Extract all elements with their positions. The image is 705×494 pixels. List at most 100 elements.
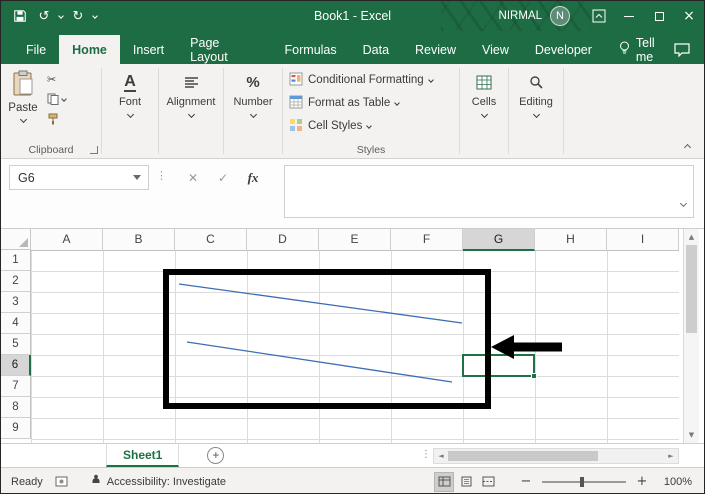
conditional-formatting-button[interactable]: Conditional Formatting (283, 70, 459, 90)
zoom-slider-thumb[interactable] (580, 477, 584, 487)
title-bar: ↺ ↻ Book1 - Excel NIRMAL N × (1, 1, 704, 31)
conditional-formatting-dropdown-icon (428, 77, 434, 83)
user-avatar[interactable]: N (550, 6, 570, 26)
column-header-a[interactable]: A (31, 229, 103, 251)
cancel-icon[interactable]: ✕ (181, 165, 205, 190)
name-box-dropdown-icon[interactable] (133, 175, 141, 180)
paste-dropdown-icon[interactable] (19, 116, 26, 123)
status-bar: Ready Accessibility: Investigate − (1, 467, 704, 494)
undo-button[interactable]: ↺ (35, 6, 53, 26)
column-headers: A B C D E F G H I (31, 229, 679, 250)
clipboard-dialog-launcher[interactable] (90, 146, 98, 154)
row-header-5[interactable]: 5 (1, 334, 31, 355)
page-layout-view-button[interactable] (456, 472, 476, 492)
macro-record-icon[interactable] (55, 476, 68, 487)
column-header-f[interactable]: F (391, 229, 463, 251)
column-header-g-selected[interactable]: G (463, 229, 535, 251)
zoom-slider[interactable] (542, 481, 626, 483)
quick-access-toolbar: ↺ ↻ (1, 6, 97, 26)
scrollbar-splitter[interactable]: ⋮ (421, 449, 431, 460)
name-box[interactable]: G6 (9, 165, 149, 190)
tab-home[interactable]: Home (59, 35, 120, 64)
scroll-up-icon[interactable]: ▲ (684, 233, 699, 241)
row-header-4[interactable]: 4 (1, 313, 31, 334)
font-group-button[interactable]: A Font (102, 64, 158, 158)
zoom-percentage[interactable]: 100% (658, 476, 692, 488)
column-header-b[interactable]: B (103, 229, 175, 251)
editing-dropdown-icon (532, 111, 539, 118)
tab-view[interactable]: View (469, 35, 522, 64)
save-icon[interactable] (11, 6, 29, 26)
paste-button[interactable]: Paste (1, 64, 45, 141)
row-header-1[interactable]: 1 (1, 250, 31, 271)
maximize-button[interactable] (644, 1, 674, 31)
page-break-view-button[interactable] (478, 472, 498, 492)
column-header-e[interactable]: E (319, 229, 391, 251)
scroll-left-icon[interactable]: ◄ (434, 452, 448, 460)
row-headers: 1 2 3 4 5 6 7 8 9 (1, 250, 31, 439)
zoom-out-button[interactable]: − (518, 474, 534, 489)
row-header-7[interactable]: 7 (1, 376, 31, 397)
cell-styles-button[interactable]: Cell Styles (283, 116, 459, 136)
cut-button[interactable]: ✂ (45, 72, 66, 86)
row-header-2[interactable]: 2 (1, 271, 31, 292)
copy-button[interactable] (45, 92, 66, 106)
tab-file[interactable]: File (13, 35, 59, 64)
cell-styles-icon (289, 118, 303, 135)
customize-qat-icon[interactable] (92, 13, 98, 19)
cell-styles-dropdown-icon (366, 123, 372, 129)
tell-me-box[interactable]: Tell me (619, 35, 674, 64)
comment-icon[interactable] (674, 35, 690, 64)
horizontal-scroll-thumb[interactable] (448, 451, 598, 461)
format-as-table-icon (289, 95, 303, 112)
column-header-h[interactable]: H (535, 229, 607, 251)
add-sheet-button[interactable]: + (207, 447, 224, 464)
redo-button[interactable]: ↻ (69, 6, 87, 26)
format-as-table-button[interactable]: Format as Table (283, 93, 459, 113)
tab-data[interactable]: Data (350, 35, 402, 64)
column-header-d[interactable]: D (247, 229, 319, 251)
enter-icon[interactable]: ✓ (211, 165, 235, 190)
cells-icon (476, 72, 492, 92)
accessibility-checker[interactable]: Accessibility: Investigate (90, 474, 226, 489)
normal-view-button[interactable] (434, 472, 454, 492)
cells-dropdown-icon (480, 111, 487, 118)
font-icon: A (124, 72, 136, 92)
tab-formulas[interactable]: Formulas (272, 35, 350, 64)
row-header-9[interactable]: 9 (1, 418, 31, 439)
column-header-c[interactable]: C (175, 229, 247, 251)
cell-mode-indicator[interactable]: Ready (11, 476, 43, 488)
editing-group-button[interactable]: Editing (509, 64, 563, 158)
accessibility-person-icon (90, 474, 102, 489)
font-dropdown-icon (126, 111, 133, 118)
tab-page-layout[interactable]: Page Layout (177, 35, 271, 64)
vertical-scrollbar[interactable]: ▲ ▼ (683, 229, 699, 443)
alignment-group-button[interactable]: Alignment (159, 64, 223, 158)
scroll-down-icon[interactable]: ▼ (684, 431, 699, 439)
ribbon-display-options-icon[interactable] (584, 1, 614, 31)
formula-input[interactable] (284, 165, 694, 218)
column-header-i[interactable]: I (607, 229, 679, 251)
horizontal-scrollbar[interactable]: ◄ ► (433, 448, 679, 464)
zoom-in-button[interactable]: + (634, 474, 650, 489)
undo-dropdown-icon[interactable] (58, 13, 64, 19)
user-name[interactable]: NIRMAL (499, 10, 542, 22)
sheet-tab-sheet1[interactable]: Sheet1 (106, 444, 179, 467)
row-header-8[interactable]: 8 (1, 397, 31, 418)
annotation-arrow-left[interactable] (1, 229, 704, 443)
tab-insert[interactable]: Insert (120, 35, 177, 64)
row-header-6-selected[interactable]: 6 (1, 355, 31, 376)
close-button[interactable]: × (674, 1, 704, 31)
row-header-3[interactable]: 3 (1, 292, 31, 313)
number-group-button[interactable]: % Number (224, 64, 282, 158)
scroll-right-icon[interactable]: ► (664, 452, 678, 460)
tab-review[interactable]: Review (402, 35, 469, 64)
format-painter-button[interactable] (45, 112, 66, 126)
cells-group-button[interactable]: Cells (460, 64, 508, 158)
percent-icon: % (246, 72, 259, 92)
vertical-scroll-thumb[interactable] (686, 245, 697, 333)
collapse-ribbon-button[interactable] (684, 144, 691, 151)
minimize-button[interactable] (614, 1, 644, 31)
insert-function-button[interactable]: fx (241, 165, 265, 190)
tab-developer[interactable]: Developer (522, 35, 605, 64)
